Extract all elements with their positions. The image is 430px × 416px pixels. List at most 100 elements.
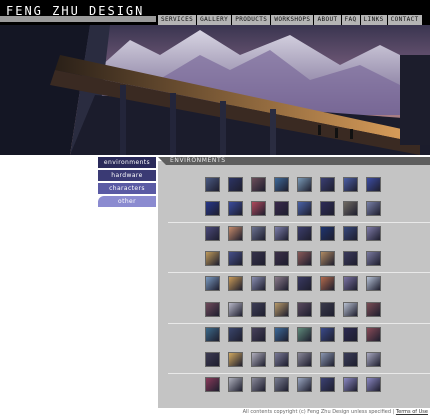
row-divider	[168, 222, 430, 223]
environment-thumbnail[interactable]	[251, 251, 266, 266]
environment-thumbnail[interactable]	[251, 327, 266, 342]
environment-thumbnail[interactable]	[320, 226, 335, 241]
environment-thumbnail[interactable]	[320, 302, 335, 317]
thumbnail-row	[205, 352, 389, 367]
nav-products[interactable]: PRODUCTS	[232, 15, 271, 25]
environment-thumbnail[interactable]	[274, 201, 289, 216]
environment-thumbnail[interactable]	[297, 177, 312, 192]
copyright-text: All contents copyright (c) Feng Zhu Desi…	[242, 409, 395, 415]
environment-thumbnail[interactable]	[274, 276, 289, 291]
nav-faq[interactable]: FAQ	[341, 15, 360, 25]
environment-thumbnail[interactable]	[320, 377, 335, 392]
row-divider	[168, 272, 430, 273]
environment-thumbnail[interactable]	[366, 377, 381, 392]
environment-thumbnail[interactable]	[205, 327, 220, 342]
environment-thumbnail[interactable]	[228, 377, 243, 392]
sidebar-item-environments[interactable]: environments	[98, 157, 156, 168]
environment-thumbnail[interactable]	[343, 352, 358, 367]
section-header: ENVIRONMENTS	[158, 157, 430, 165]
environment-thumbnail[interactable]	[320, 352, 335, 367]
hero-painting	[0, 25, 430, 155]
environment-thumbnail[interactable]	[297, 377, 312, 392]
environment-thumbnail[interactable]	[274, 377, 289, 392]
environment-thumbnail[interactable]	[205, 276, 220, 291]
top-navigation: SERVICES GALLERY PRODUCTS WORKSHOPS ABOUT FAQ…	[158, 15, 423, 25]
nav-about[interactable]: ABOUT	[314, 15, 341, 25]
environment-thumbnail[interactable]	[366, 177, 381, 192]
environment-thumbnail[interactable]	[343, 276, 358, 291]
sidebar-item-characters[interactable]: characters	[98, 183, 156, 194]
environment-thumbnail[interactable]	[343, 327, 358, 342]
sidebar-item-hardware[interactable]: hardware	[98, 170, 156, 181]
environment-thumbnail[interactable]	[228, 302, 243, 317]
environment-thumbnail[interactable]	[228, 201, 243, 216]
environment-thumbnail[interactable]	[274, 302, 289, 317]
environment-thumbnail[interactable]	[343, 177, 358, 192]
environment-thumbnail[interactable]	[228, 251, 243, 266]
environment-thumbnail[interactable]	[205, 377, 220, 392]
environment-thumbnail[interactable]	[366, 302, 381, 317]
environment-thumbnail[interactable]	[320, 177, 335, 192]
environment-thumbnail[interactable]	[205, 226, 220, 241]
environment-thumbnail[interactable]	[297, 302, 312, 317]
nav-workshops[interactable]: WORKSHOPS	[271, 15, 314, 25]
environment-thumbnail[interactable]	[366, 327, 381, 342]
environment-thumbnail[interactable]	[274, 226, 289, 241]
environment-thumbnail[interactable]	[205, 302, 220, 317]
environment-thumbnail[interactable]	[343, 377, 358, 392]
environment-thumbnail[interactable]	[320, 276, 335, 291]
environment-thumbnail[interactable]	[228, 177, 243, 192]
environment-thumbnail[interactable]	[205, 251, 220, 266]
environment-thumbnail[interactable]	[297, 251, 312, 266]
gallery-panel: ENVIRONMENTS	[158, 155, 430, 416]
environment-thumbnail[interactable]	[274, 251, 289, 266]
nav-gallery[interactable]: GALLERY	[197, 15, 232, 25]
thumbnail-row	[205, 226, 389, 241]
environment-thumbnail[interactable]	[205, 352, 220, 367]
environment-thumbnail[interactable]	[228, 327, 243, 342]
environment-thumbnail[interactable]	[228, 276, 243, 291]
environment-thumbnail[interactable]	[228, 352, 243, 367]
environment-thumbnail[interactable]	[274, 352, 289, 367]
environment-thumbnail[interactable]	[343, 201, 358, 216]
site-logo[interactable]: FENG ZHU DESIGN	[6, 4, 144, 18]
environment-thumbnail[interactable]	[251, 302, 266, 317]
environment-thumbnail[interactable]	[205, 177, 220, 192]
environment-thumbnail[interactable]	[343, 226, 358, 241]
environment-thumbnail[interactable]	[366, 352, 381, 367]
environment-thumbnail[interactable]	[320, 201, 335, 216]
environment-thumbnail[interactable]	[320, 327, 335, 342]
environment-thumbnail[interactable]	[366, 251, 381, 266]
environment-thumbnail[interactable]	[274, 177, 289, 192]
environment-thumbnail[interactable]	[366, 226, 381, 241]
nav-links[interactable]: LINKS	[360, 15, 387, 25]
thumbnail-row	[205, 302, 389, 317]
environment-thumbnail[interactable]	[343, 302, 358, 317]
thumbnail-row	[205, 201, 389, 216]
environment-thumbnail[interactable]	[251, 226, 266, 241]
environment-thumbnail[interactable]	[297, 276, 312, 291]
environment-thumbnail[interactable]	[343, 251, 358, 266]
row-divider	[168, 323, 430, 324]
environment-thumbnail[interactable]	[251, 201, 266, 216]
thumbnail-row	[205, 251, 389, 266]
environment-thumbnail[interactable]	[297, 352, 312, 367]
sidebar-item-other[interactable]: other	[98, 196, 156, 207]
environment-thumbnail[interactable]	[297, 327, 312, 342]
terms-of-use-link[interactable]: Terms of Use	[396, 409, 428, 415]
nav-services[interactable]: SERVICES	[158, 15, 197, 25]
environment-thumbnail[interactable]	[251, 377, 266, 392]
environment-thumbnail[interactable]	[297, 226, 312, 241]
environment-thumbnail[interactable]	[205, 201, 220, 216]
environment-thumbnail[interactable]	[366, 276, 381, 291]
environment-thumbnail[interactable]	[251, 177, 266, 192]
environment-thumbnail[interactable]	[251, 276, 266, 291]
environment-thumbnail[interactable]	[297, 201, 312, 216]
nav-contact[interactable]: CONTACT	[387, 15, 422, 25]
site-header: FENG ZHU DESIGN SERVICES GALLERY PRODUCTS W…	[0, 0, 430, 25]
environment-thumbnail[interactable]	[366, 201, 381, 216]
environment-thumbnail[interactable]	[228, 226, 243, 241]
environment-thumbnail[interactable]	[320, 251, 335, 266]
environment-thumbnail[interactable]	[251, 352, 266, 367]
environment-thumbnail[interactable]	[274, 327, 289, 342]
